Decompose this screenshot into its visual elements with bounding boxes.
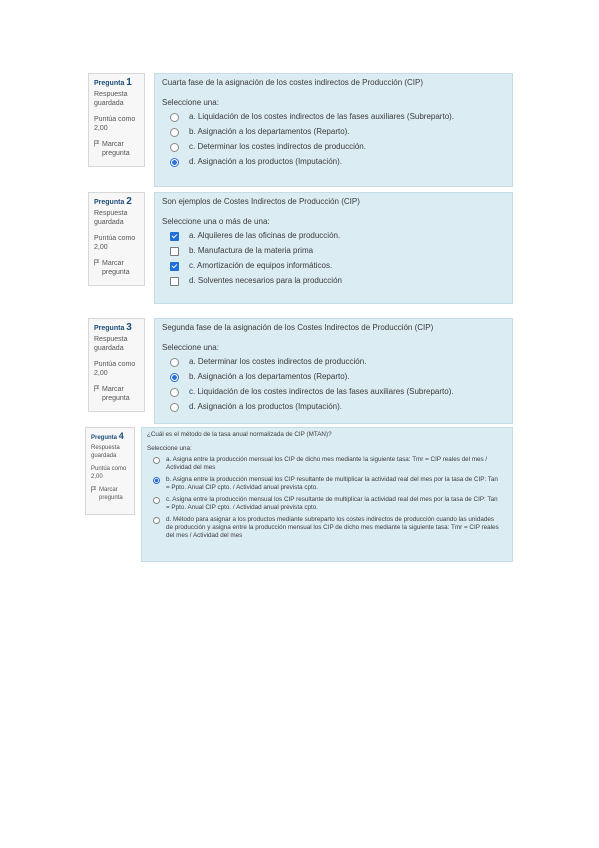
radio-button[interactable]	[170, 112, 179, 122]
answer-option[interactable]: c. Liquidación de los costes indirectos …	[170, 387, 505, 397]
question-grade: Puntúa como 2,00	[94, 235, 136, 251]
flag-question-link[interactable]: Marcar pregunta	[94, 140, 139, 158]
flag-label: Marcar pregunta	[102, 386, 130, 402]
answer-label: b. Asignación a los departamentos (Repar…	[189, 372, 350, 381]
answer-option[interactable]: d. Asignación a los productos (Imputació…	[170, 157, 505, 167]
answer-label: d. Asignación a los productos (Imputació…	[189, 157, 342, 166]
answer-prompt: Seleccione una:	[147, 445, 192, 452]
radio-button[interactable]	[170, 402, 179, 412]
checkbox[interactable]	[170, 276, 179, 286]
answer-option[interactable]: a. Liquidación de los costes indirectos …	[170, 112, 505, 122]
answer-label: d. Solventes necesarios para la producci…	[189, 276, 342, 285]
checkbox-checked[interactable]	[170, 231, 179, 241]
flag-icon	[94, 385, 100, 392]
flag-label: Marcar pregunta	[102, 141, 130, 157]
answer-label: c. Determinar los costes indirectos de p…	[189, 142, 366, 151]
question-text: ¿Cuál es el método de la tasa anual norm…	[147, 431, 332, 438]
answer-option[interactable]: d. Solventes necesarios para la producci…	[170, 276, 505, 286]
radio-button-selected[interactable]	[153, 477, 160, 484]
flag-icon	[94, 140, 100, 147]
answer-label: c. Amortización de equipos informáticos.	[189, 261, 333, 270]
answer-label: b. Asignación a los departamentos (Repar…	[189, 127, 350, 136]
answer-prompt: Seleccione una:	[162, 343, 219, 352]
answer-option[interactable]: b. Asigna entre la producción mensual lo…	[153, 476, 507, 492]
answer-option[interactable]: c. Determinar los costes indirectos de p…	[170, 142, 505, 152]
question-content-4: ¿Cuál es el método de la tasa anual norm…	[141, 427, 513, 562]
answer-option[interactable]: b. Asignación a los departamentos (Repar…	[170, 127, 505, 137]
question-text: Cuarta fase de la asignación de los cost…	[162, 78, 424, 87]
answer-label: b. Manufactura de la materia prima	[189, 246, 314, 255]
radio-button[interactable]	[170, 127, 179, 137]
answer-label: a. Alquileres de las oficinas de producc…	[189, 231, 341, 240]
question-info-1: Pregunta 1 Respuesta guardada Puntúa com…	[88, 73, 145, 167]
answer-label: a. Liquidación de los costes indirectos …	[189, 112, 455, 121]
question-state: Respuesta guardada	[94, 210, 128, 226]
flag-icon	[91, 486, 97, 493]
answer-label: a. Asigna entre la producción mensual lo…	[166, 456, 488, 471]
radio-button[interactable]	[153, 457, 160, 464]
answer-option[interactable]: c. Asigna entre la producción mensual lo…	[153, 496, 507, 512]
flag-question-link[interactable]: Marcar pregunta	[91, 486, 129, 502]
radio-button-selected[interactable]	[170, 372, 179, 382]
question-content-3: Segunda fase de la asignación de los Cos…	[154, 318, 513, 424]
radio-button[interactable]	[170, 142, 179, 152]
radio-button[interactable]	[153, 517, 160, 524]
answer-label: c. Liquidación de los costes indirectos …	[189, 387, 454, 396]
answer-option[interactable]: d. Asignación a los productos (Imputació…	[170, 402, 505, 412]
question-text: Son ejemplos de Costes Indirectos de Pro…	[162, 197, 360, 206]
answer-prompt: Seleccione una o más de una:	[162, 217, 270, 226]
question-text: Segunda fase de la asignación de los Cos…	[162, 323, 434, 332]
question-grade: Puntúa como 2,00	[91, 466, 127, 480]
answer-option[interactable]: c. Amortización de equipos informáticos.	[170, 261, 505, 271]
question-number: Pregunta 4	[91, 431, 124, 442]
question-number: Pregunta 3	[94, 322, 132, 333]
checkbox[interactable]	[170, 246, 179, 256]
answer-option[interactable]: a. Asigna entre la producción mensual lo…	[153, 456, 507, 472]
question-content-2: Son ejemplos de Costes Indirectos de Pro…	[154, 192, 513, 304]
question-state: Respuesta guardada	[94, 336, 128, 352]
answer-prompt: Seleccione una:	[162, 98, 219, 107]
answer-label: c. Asigna entre la producción mensual lo…	[166, 496, 498, 511]
question-info-3: Pregunta 3 Respuesta guardada Puntúa com…	[88, 318, 145, 412]
radio-button[interactable]	[153, 497, 160, 504]
question-number: Pregunta 2	[94, 196, 132, 207]
flag-label: Marcar pregunta	[99, 487, 123, 501]
flag-question-link[interactable]: Marcar pregunta	[94, 259, 139, 277]
flag-label: Marcar pregunta	[102, 260, 130, 276]
question-info-4: Pregunta 4 Respuesta guardada Puntúa com…	[85, 427, 135, 515]
question-state: Respuesta guardada	[91, 445, 120, 459]
radio-button-selected[interactable]	[170, 157, 179, 167]
answer-label: d. Método para asignar a los productos m…	[166, 516, 499, 539]
answer-label: d. Asignación a los productos (Imputació…	[189, 402, 342, 411]
question-content-1: Cuarta fase de la asignación de los cost…	[154, 73, 513, 187]
flag-icon	[94, 259, 100, 266]
question-info-2: Pregunta 2 Respuesta guardada Puntúa com…	[88, 192, 145, 286]
radio-button[interactable]	[170, 357, 179, 367]
checkbox-checked[interactable]	[170, 261, 179, 271]
answer-option[interactable]: d. Método para asignar a los productos m…	[153, 516, 507, 540]
question-number: Pregunta 1	[94, 77, 132, 88]
question-grade: Puntúa como 2,00	[94, 116, 136, 132]
flag-question-link[interactable]: Marcar pregunta	[94, 385, 139, 403]
answer-label: b. Asigna entre la producción mensual lo…	[166, 476, 498, 491]
question-grade: Puntúa como 2,00	[94, 361, 136, 377]
radio-button[interactable]	[170, 387, 179, 397]
answer-option[interactable]: a. Determinar los costes indirectos de p…	[170, 357, 505, 367]
answer-option[interactable]: a. Alquileres de las oficinas de producc…	[170, 231, 505, 241]
answer-option[interactable]: b. Manufactura de la materia prima	[170, 246, 505, 256]
answer-option[interactable]: b. Asignación a los departamentos (Repar…	[170, 372, 505, 382]
answer-label: a. Determinar los costes indirectos de p…	[189, 357, 367, 366]
question-state: Respuesta guardada	[94, 91, 128, 107]
